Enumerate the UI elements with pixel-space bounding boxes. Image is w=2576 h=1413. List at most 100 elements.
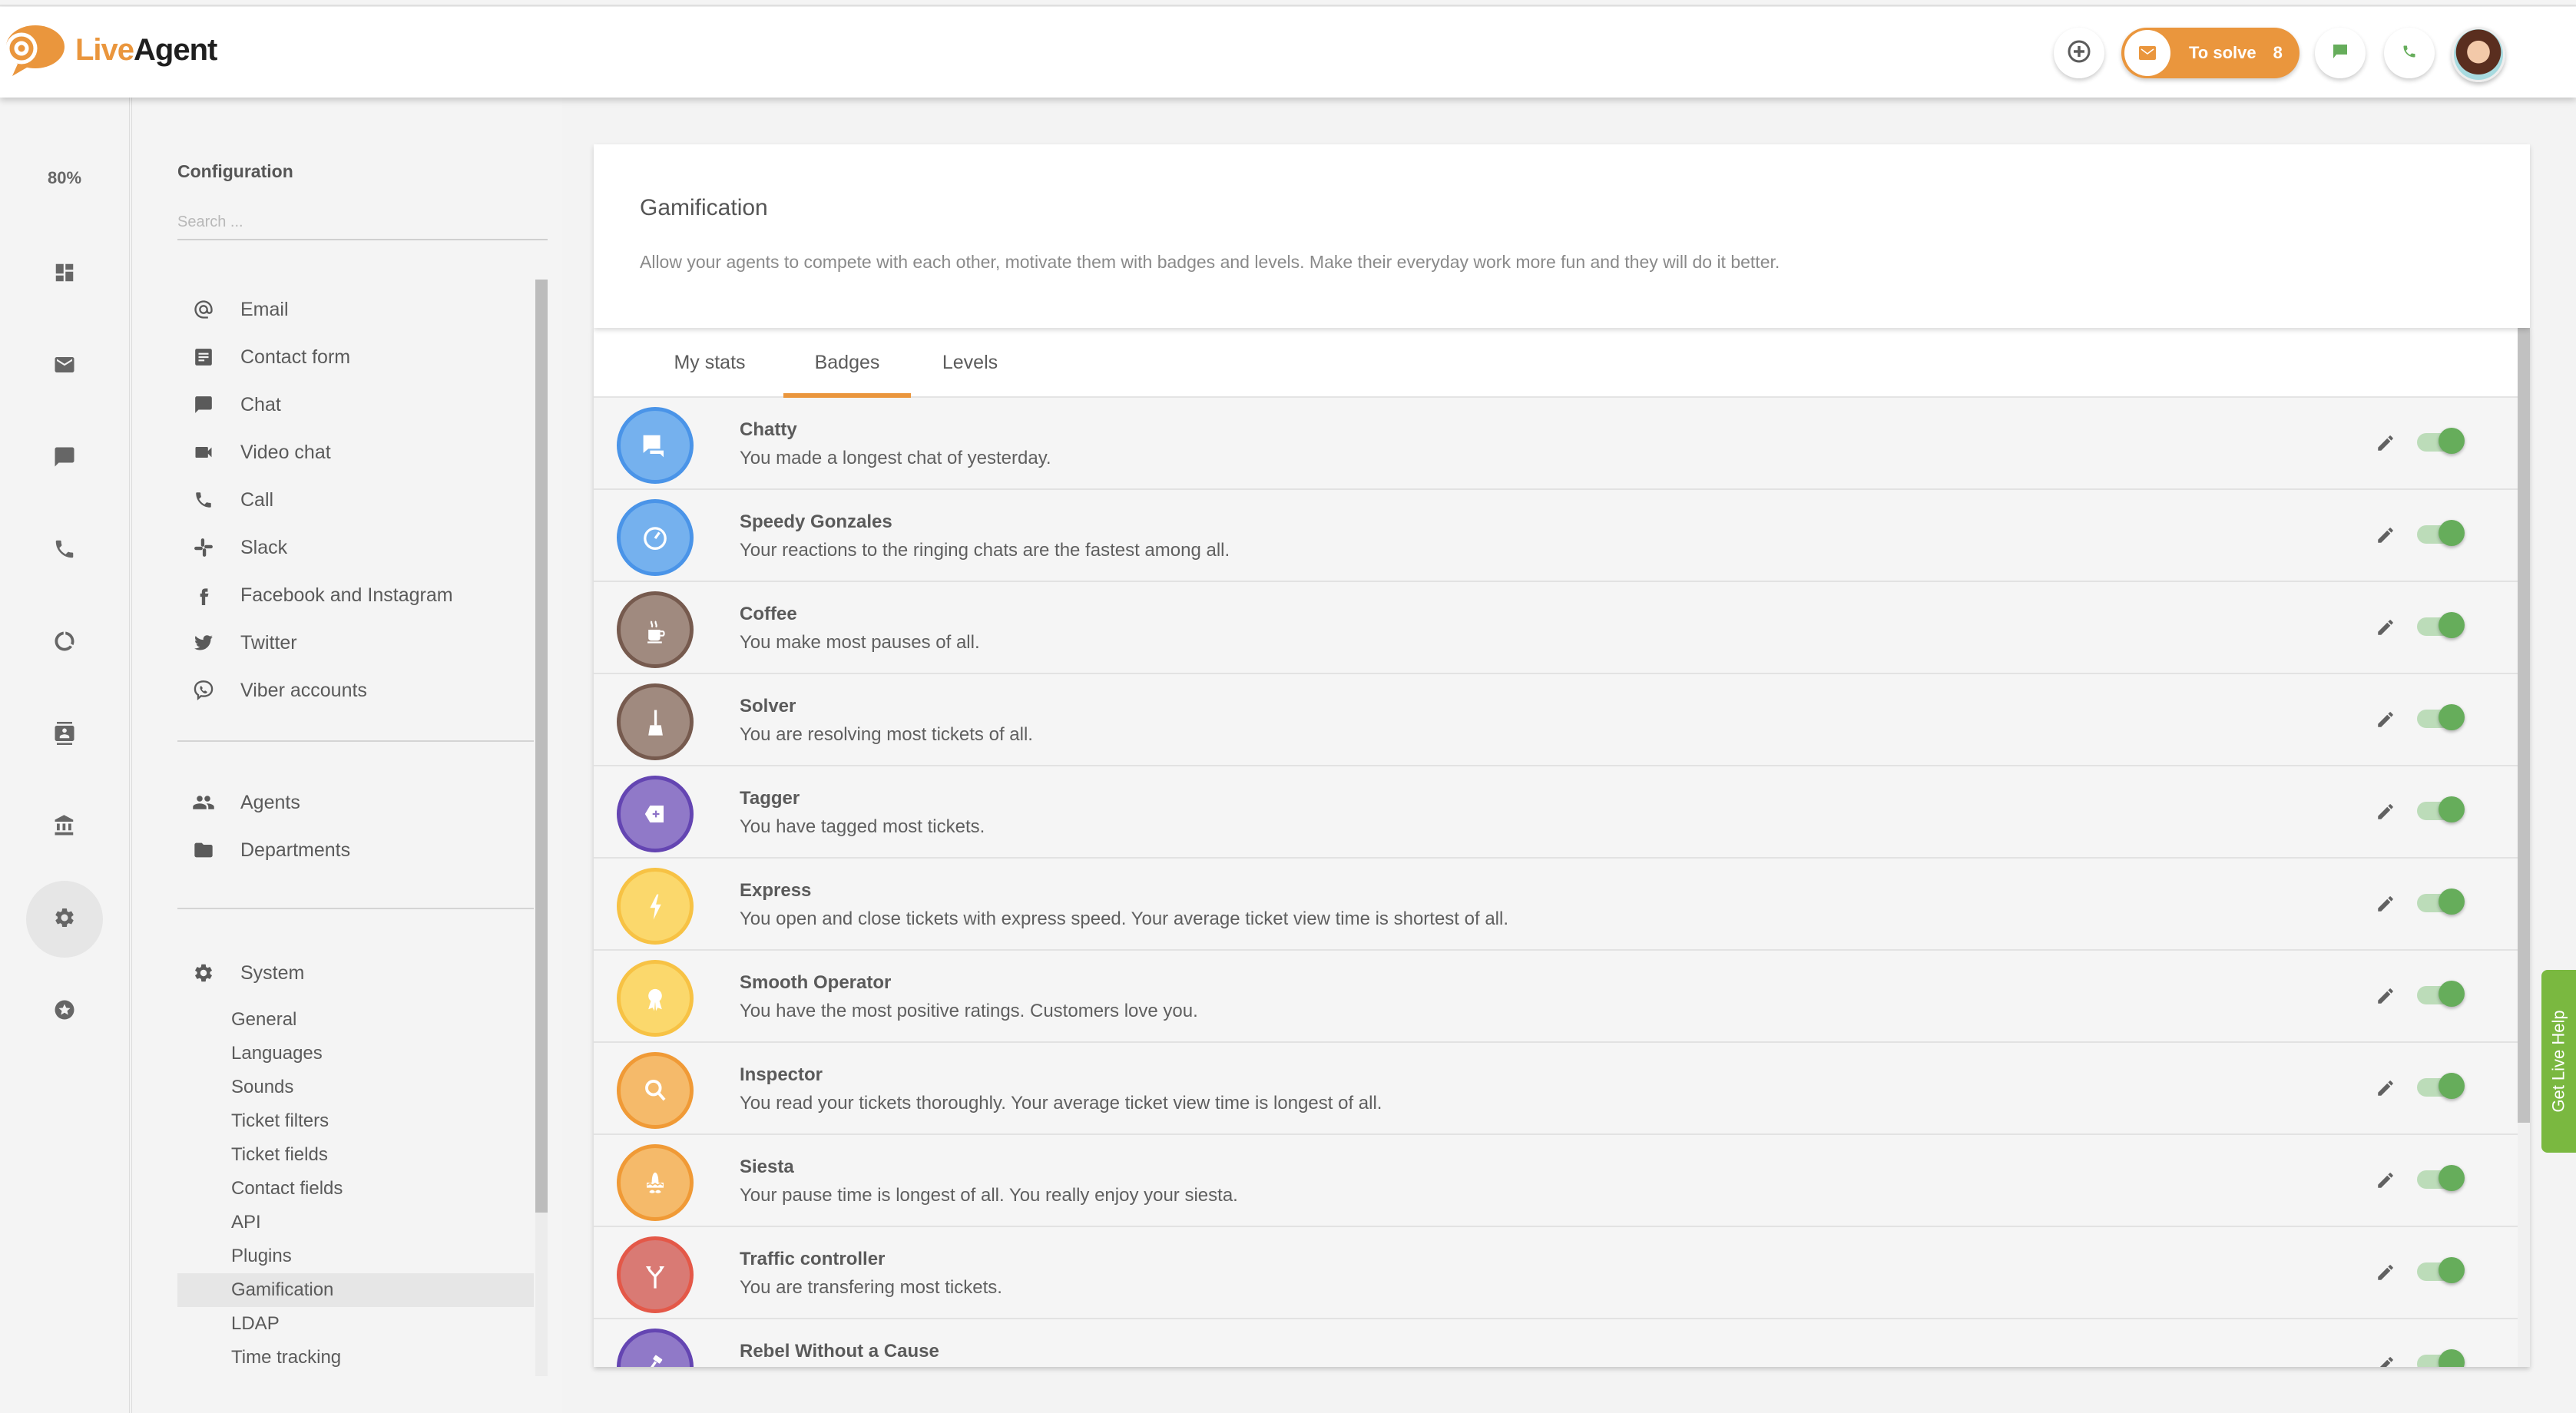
config-item-agents[interactable]: Agents: [177, 780, 534, 825]
config-item-slack[interactable]: Slack: [177, 525, 534, 570]
edit-badge-button[interactable]: [2374, 1262, 2397, 1286]
badge-list-scrollbar-thumb[interactable]: [2518, 328, 2530, 1123]
config-subitem-general[interactable]: General: [177, 1003, 534, 1037]
configuration-search-input[interactable]: [177, 205, 548, 240]
chat-icon: [53, 445, 76, 472]
pencil-icon: [2376, 617, 2396, 641]
edit-badge-button[interactable]: [2374, 1355, 2397, 1367]
badge-name: Siesta: [740, 1157, 794, 1177]
nav-chats[interactable]: [26, 420, 103, 497]
badge-enabled-toggle[interactable]: [2417, 520, 2465, 546]
config-item-call[interactable]: Call: [177, 478, 534, 522]
badge-enabled-toggle[interactable]: [2417, 1073, 2465, 1099]
badge-enabled-toggle[interactable]: [2417, 796, 2465, 822]
config-item-departments[interactable]: Departments: [177, 828, 534, 872]
badge-list-scrollbar[interactable]: [2518, 328, 2530, 1367]
tab-badges[interactable]: Badges: [783, 328, 911, 399]
edit-badge-button[interactable]: [2374, 617, 2397, 640]
configuration-scrollbar-thumb[interactable]: [535, 280, 548, 1213]
get-live-help-button[interactable]: Get Live Help: [2541, 970, 2576, 1153]
liveagent-logo[interactable]: LiveAgent: [2, 24, 217, 76]
config-item-viber[interactable]: Viber accounts: [177, 668, 534, 713]
phone-icon: [187, 490, 220, 510]
config-subitem-plugins[interactable]: Plugins: [177, 1239, 534, 1273]
knowledgebase-icon: [53, 814, 76, 841]
edit-badge-button[interactable]: [2374, 1170, 2397, 1193]
edit-badge-button[interactable]: [2374, 802, 2397, 825]
nav-calls[interactable]: [26, 512, 103, 589]
toggle-knob: [2439, 1257, 2465, 1283]
badge-name: Smooth Operator: [740, 972, 892, 993]
edit-badge-button[interactable]: [2374, 433, 2397, 456]
config-item-chat[interactable]: Chat: [177, 382, 534, 427]
zoom-level[interactable]: 80%: [0, 168, 129, 188]
config-item-contact-form[interactable]: Contact form: [177, 335, 534, 379]
tab-my-stats[interactable]: My stats: [663, 328, 757, 398]
badge-enabled-toggle[interactable]: [2417, 1349, 2465, 1367]
edit-badge-button[interactable]: [2374, 710, 2397, 733]
badge-name: Inspector: [740, 1064, 823, 1085]
config-subitem-contact-fields[interactable]: Contact fields: [177, 1172, 534, 1206]
call-status-button[interactable]: [2384, 28, 2435, 78]
badge-row: Coffee You make most pauses of all.: [594, 582, 2518, 674]
email-icon: [53, 353, 76, 380]
edit-badge-button[interactable]: [2374, 894, 2397, 917]
badge-enabled-toggle[interactable]: [2417, 612, 2465, 638]
config-subitem-sounds[interactable]: Sounds: [177, 1071, 534, 1104]
badge-name: Traffic controller: [740, 1249, 886, 1269]
plugins-star-icon: [53, 998, 76, 1025]
config-item-twitter[interactable]: Twitter: [177, 620, 534, 665]
config-subitem-domain-settings[interactable]: Domain settings: [177, 1370, 534, 1376]
add-button[interactable]: [2054, 28, 2104, 78]
config-item-label: Chat: [240, 393, 281, 415]
pencil-icon: [2376, 894, 2396, 918]
user-avatar[interactable]: [2452, 27, 2505, 82]
edit-badge-button[interactable]: [2374, 1078, 2397, 1101]
nav-tickets[interactable]: [26, 328, 103, 405]
config-subitem-gamification[interactable]: Gamification: [177, 1273, 534, 1307]
form-icon: [187, 347, 220, 367]
config-item-label: Video chat: [240, 441, 331, 463]
config-subitem-ticket-fields[interactable]: Ticket fields: [177, 1138, 534, 1172]
configuration-title: Configuration: [177, 161, 293, 181]
config-subitem-languages[interactable]: Languages: [177, 1037, 534, 1071]
configuration-scrollbar[interactable]: [535, 280, 548, 1376]
config-subitem-ticket-filters[interactable]: Ticket filters: [177, 1104, 534, 1138]
nav-plugins[interactable]: [26, 973, 103, 1050]
to-solve-button[interactable]: To solve 8: [2121, 28, 2300, 78]
config-item-label: Email: [240, 298, 289, 320]
badge-enabled-toggle[interactable]: [2417, 704, 2465, 730]
badge-name: Express: [740, 880, 812, 901]
phone-icon: [2402, 44, 2417, 63]
config-subitem-ldap[interactable]: LDAP: [177, 1307, 534, 1341]
to-solve-label: To solve: [2189, 43, 2256, 62]
nav-reports[interactable]: [26, 604, 103, 681]
badge-enabled-toggle[interactable]: [2417, 1257, 2465, 1283]
configuration-panel: Configuration Email Contact form Chat Vi…: [132, 98, 562, 1413]
config-item-label: Agents: [240, 791, 300, 813]
badge-enabled-toggle[interactable]: [2417, 981, 2465, 1007]
tab-levels[interactable]: Levels: [932, 328, 1008, 398]
edit-badge-button[interactable]: [2374, 986, 2397, 1009]
badge-enabled-toggle[interactable]: [2417, 1165, 2465, 1191]
chat-status-button[interactable]: [2315, 28, 2366, 78]
config-item-video-chat[interactable]: Video chat: [177, 430, 534, 475]
nav-configuration[interactable]: [26, 881, 103, 958]
config-item-system[interactable]: System: [177, 951, 534, 995]
video-icon: [187, 442, 220, 463]
nav-contacts[interactable]: [26, 697, 103, 773]
edit-badge-button[interactable]: [2374, 525, 2397, 548]
nav-knowledgebase[interactable]: [26, 789, 103, 865]
config-subitem-api[interactable]: API: [177, 1206, 534, 1239]
config-item-email[interactable]: Email: [177, 287, 534, 332]
section-divider: [177, 740, 534, 742]
at-icon: [187, 299, 220, 320]
config-item-facebook[interactable]: Facebook and Instagram: [177, 573, 534, 617]
badge-enabled-toggle[interactable]: [2417, 428, 2465, 454]
get-live-help-label: Get Live Help: [2548, 1010, 2568, 1113]
gamification-tabs: My stats Badges Levels: [594, 328, 2518, 399]
toggle-knob: [2439, 1349, 2465, 1367]
config-item-label: Contact form: [240, 346, 351, 368]
badge-enabled-toggle[interactable]: [2417, 889, 2465, 915]
nav-dashboard[interactable]: [26, 236, 103, 313]
